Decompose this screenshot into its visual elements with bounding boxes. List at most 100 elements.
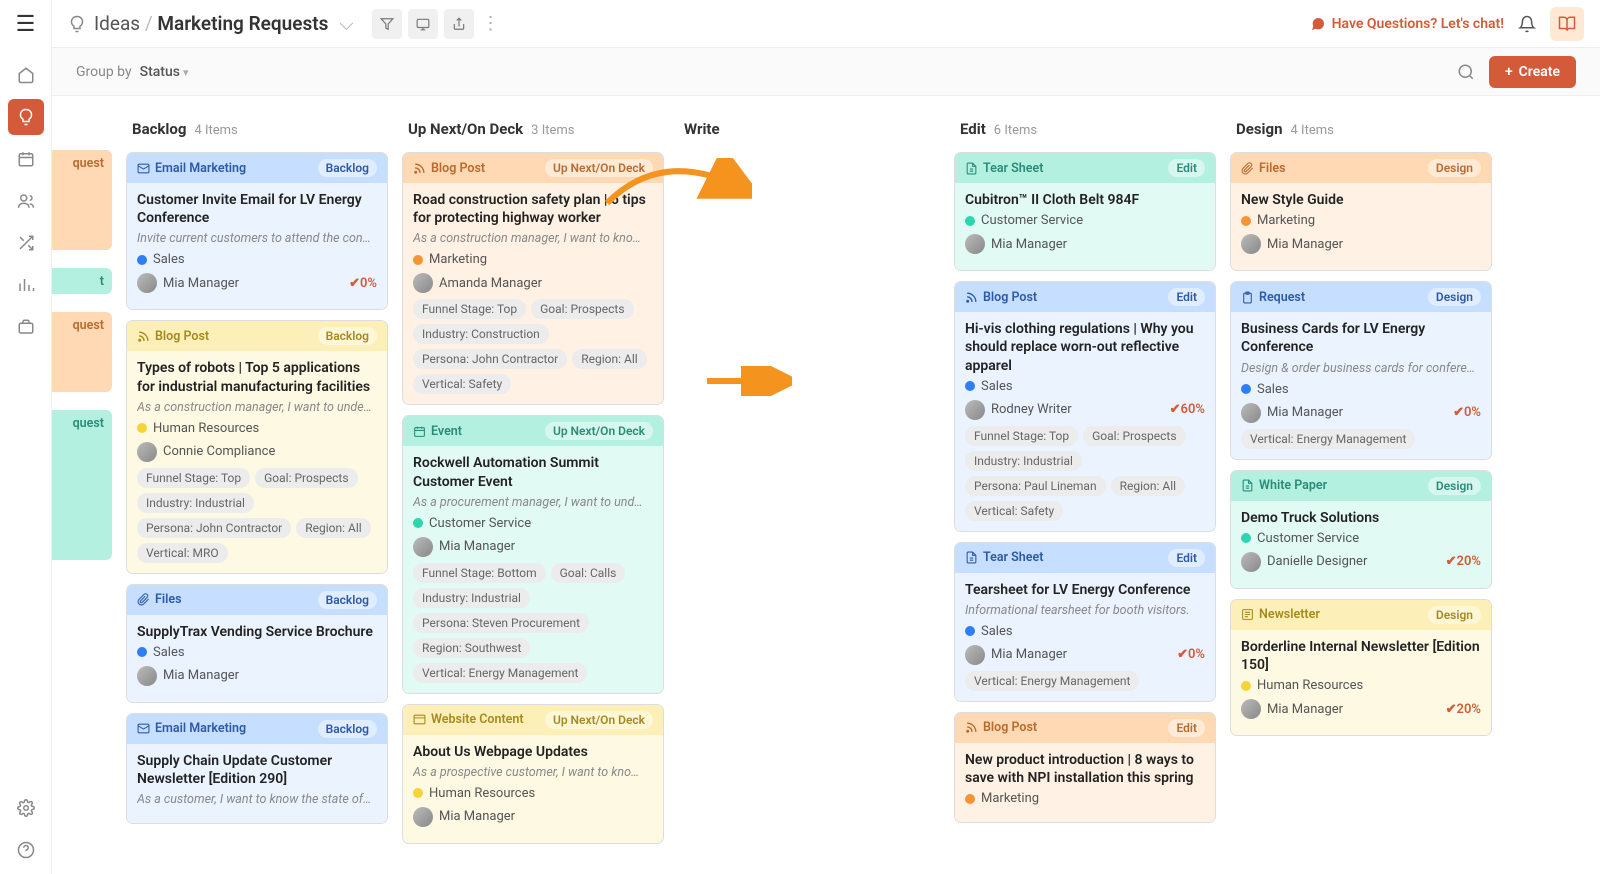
hamburger-icon[interactable]: ☰: [16, 12, 36, 37]
group-by-select[interactable]: Status: [140, 64, 189, 80]
card[interactable]: Request Design Business Cards for LV Ene…: [1230, 281, 1492, 459]
card[interactable]: Email Marketing Backlog Supply Chain Upd…: [126, 713, 388, 824]
card-header: Blog Post Edit: [955, 713, 1215, 743]
tag[interactable]: Industry: Construction: [413, 324, 549, 344]
filter-button[interactable]: [372, 9, 402, 39]
doc-icon: [1241, 479, 1254, 492]
card-description: As a prospective customer, I want to kno…: [413, 765, 653, 780]
card[interactable]: White Paper Design Demo Truck SolutionsC…: [1230, 470, 1492, 589]
card-type: Newsletter: [1241, 607, 1320, 622]
tag[interactable]: Vertical: MRO: [137, 543, 228, 563]
tag[interactable]: Funnel Stage: Bottom: [413, 563, 546, 583]
tag[interactable]: Persona: John Contractor: [137, 518, 291, 538]
display-button[interactable]: [408, 9, 438, 39]
nav-calendar[interactable]: [8, 141, 44, 177]
tag[interactable]: Vertical: Safety: [413, 374, 511, 394]
partial-card[interactable]: quest: [52, 150, 112, 250]
avatar: [1241, 699, 1261, 719]
nav-settings[interactable]: [8, 790, 44, 826]
card-assignee: Connie Compliance: [137, 442, 275, 462]
tag[interactable]: Persona: John Contractor: [413, 349, 567, 369]
create-button[interactable]: + Create: [1489, 56, 1576, 88]
tag[interactable]: Vertical: Energy Management: [413, 663, 587, 683]
tag[interactable]: Goal: Prospects: [255, 468, 357, 488]
breadcrumb[interactable]: Ideas / Marketing Requests ⌵: [94, 12, 354, 35]
card[interactable]: Files Design New Style GuideMarketingMia…: [1230, 152, 1492, 271]
status-dot: [965, 626, 975, 636]
avatar: [965, 234, 985, 254]
tag[interactable]: Persona: Paul Lineman: [965, 476, 1106, 496]
search-icon[interactable]: [1457, 63, 1475, 81]
tag[interactable]: Vertical: Safety: [965, 501, 1063, 521]
card-status-badge: Up Next/On Deck: [545, 422, 653, 440]
breadcrumb-current[interactable]: Marketing Requests: [157, 12, 328, 35]
tag[interactable]: Goal: Prospects: [531, 299, 633, 319]
tag[interactable]: Region: All: [572, 349, 646, 369]
tag[interactable]: Vertical: Energy Management: [1241, 429, 1415, 449]
card-progress: ✔0%: [1453, 405, 1481, 420]
nav-help[interactable]: [8, 832, 44, 868]
card-title: Rockwell Automation Summit Customer Even…: [413, 454, 653, 490]
card[interactable]: Blog Post Up Next/On Deck Road construct…: [402, 152, 664, 405]
card-description: Informational tearsheet for booth visito…: [965, 603, 1205, 618]
card-type: Blog Post: [965, 720, 1037, 735]
card-body: Borderline Internal Newsletter [Edition …: [1231, 630, 1491, 735]
card-department: Customer Service: [965, 213, 1205, 228]
tag[interactable]: Region: All: [296, 518, 370, 538]
partial-card[interactable]: quest: [52, 410, 112, 560]
partial-card[interactable]: t: [52, 268, 112, 294]
card[interactable]: Blog Post Edit New product introduction …: [954, 712, 1216, 823]
card[interactable]: Event Up Next/On Deck Rockwell Automatio…: [402, 415, 664, 693]
tag[interactable]: Funnel Stage: Top: [137, 468, 250, 488]
nav-assets[interactable]: [8, 309, 44, 345]
card[interactable]: Email Marketing Backlog Customer Invite …: [126, 152, 388, 310]
tag[interactable]: Industry: Industrial: [137, 493, 254, 513]
card-title: About Us Webpage Updates: [413, 743, 653, 761]
tag[interactable]: Persona: Steven Procurement: [413, 613, 589, 633]
tag[interactable]: Vertical: Energy Management: [965, 671, 1139, 691]
card[interactable]: Tear Sheet Edit Tearsheet for LV Energy …: [954, 542, 1216, 702]
tag[interactable]: Funnel Stage: Top: [413, 299, 526, 319]
column-title: Up Next/On Deck: [408, 120, 523, 138]
tag[interactable]: Goal: Prospects: [1083, 426, 1185, 446]
tag[interactable]: Goal: Calls: [551, 563, 626, 583]
nav-home[interactable]: [8, 57, 44, 93]
chat-link[interactable]: Have Questions? Let's chat!: [1310, 16, 1504, 32]
card-status-badge: Design: [1428, 477, 1481, 495]
card[interactable]: Blog Post Backlog Types of robots | Top …: [126, 320, 388, 573]
nav-shuffle[interactable]: [8, 225, 44, 261]
breadcrumb-parent[interactable]: Ideas: [94, 12, 140, 35]
group-by-label: Group by: [76, 64, 132, 80]
card-header: Tear Sheet Edit: [955, 543, 1215, 573]
card[interactable]: Website Content Up Next/On Deck About Us…: [402, 704, 664, 844]
card[interactable]: Files Backlog SupplyTrax Vending Service…: [126, 584, 388, 703]
card-department: Marketing: [965, 791, 1205, 806]
chevron-down-icon[interactable]: ⌵: [339, 12, 353, 35]
docs-icon[interactable]: [1550, 7, 1584, 41]
attach-icon: [137, 593, 150, 606]
tag[interactable]: Funnel Stage: Top: [965, 426, 1078, 446]
doc-icon: [965, 551, 978, 564]
share-button[interactable]: [444, 9, 474, 39]
tag[interactable]: Industry: Industrial: [413, 588, 530, 608]
nav-analytics[interactable]: [8, 267, 44, 303]
card-assignee: Amanda Manager: [413, 273, 542, 293]
tag[interactable]: Industry: Industrial: [965, 451, 1082, 471]
card-description: Design & order business cards for confer…: [1241, 361, 1481, 376]
card[interactable]: Tear Sheet Edit Cubitron™ II Cloth Belt …: [954, 152, 1216, 271]
card[interactable]: Newsletter Design Borderline Internal Ne…: [1230, 599, 1492, 736]
nav-ideas[interactable]: [8, 99, 44, 135]
tag[interactable]: Region: All: [1111, 476, 1185, 496]
more-icon[interactable]: ⋮: [482, 13, 500, 34]
nav-team[interactable]: [8, 183, 44, 219]
column-backlog: Backlog4 Items Email Marketing Backlog C…: [126, 116, 388, 854]
tag[interactable]: Region: Southwest: [413, 638, 530, 658]
partial-card[interactable]: quest: [52, 312, 112, 392]
card-department: Human Resources: [413, 786, 653, 801]
card[interactable]: Blog Post Edit Hi-vis clothing regulatio…: [954, 281, 1216, 532]
notifications-icon[interactable]: [1518, 15, 1536, 33]
topbar: Ideas / Marketing Requests ⌵ ⋮ Have Ques…: [52, 0, 1600, 48]
status-dot: [1241, 681, 1251, 691]
rss-icon: [137, 330, 150, 343]
column-up-next-on-deck: Up Next/On Deck3 Items Blog Post Up Next…: [402, 116, 664, 854]
